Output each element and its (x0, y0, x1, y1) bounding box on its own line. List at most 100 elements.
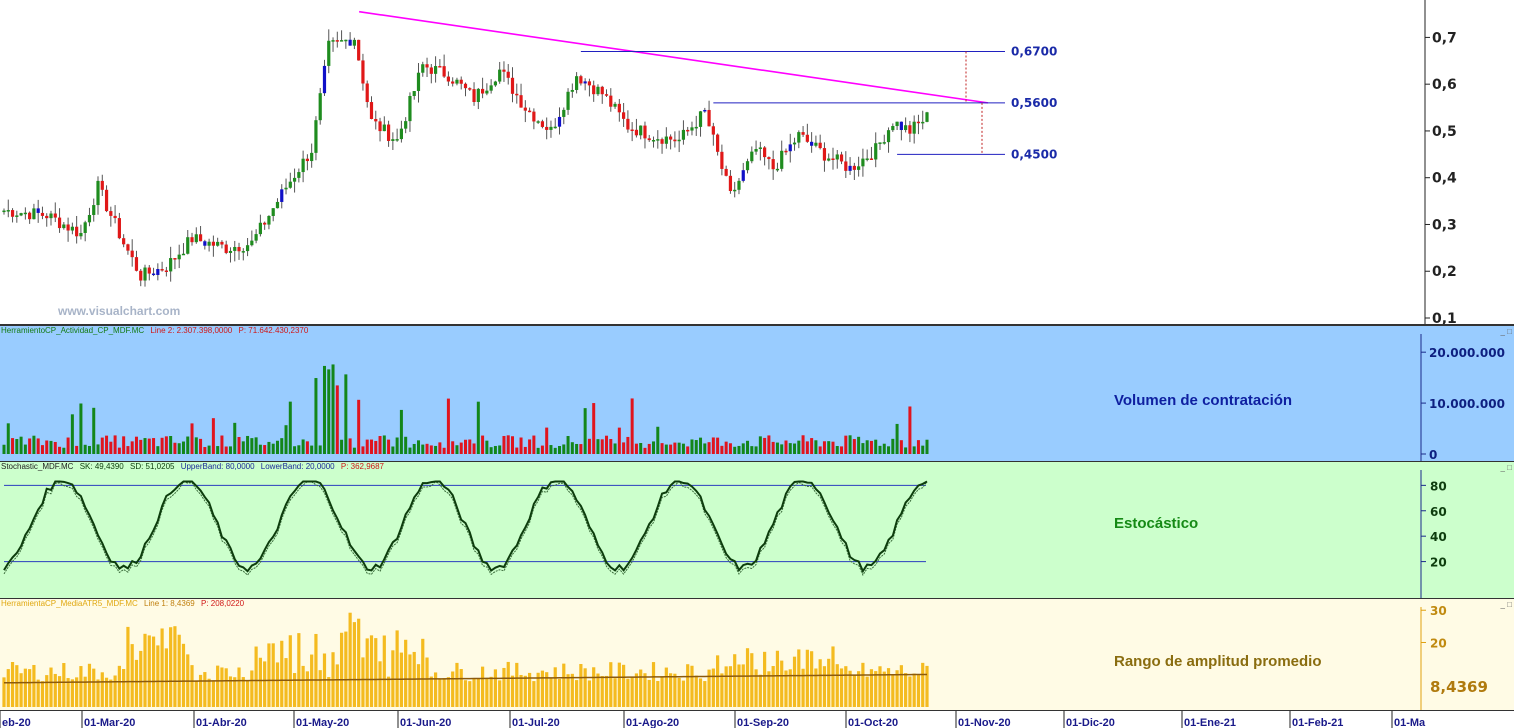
candle-body (921, 121, 925, 124)
pane-window-controls[interactable]: _ □ (1500, 327, 1512, 336)
volume-bar (861, 443, 865, 454)
atr-bar (224, 668, 228, 707)
candle-body (143, 267, 147, 281)
candle-body (827, 158, 831, 161)
volume-bar (570, 442, 574, 454)
stochastic-sd: SD: 51,0205 (129, 462, 175, 471)
candle-body (233, 246, 237, 251)
candle-body (485, 90, 489, 94)
stochastic-sd-line (3, 480, 928, 577)
volume-bar (775, 442, 779, 454)
volume-bar (92, 407, 96, 454)
atr-bar (113, 675, 117, 707)
volume-bar (464, 439, 467, 454)
pane-window-controls[interactable]: _ □ (1500, 600, 1512, 609)
atr-bar (878, 666, 882, 707)
volume-bar (852, 439, 856, 454)
atr-bar (198, 674, 203, 707)
volume-bar (643, 447, 647, 454)
candle-body (100, 180, 104, 190)
volume-bar (66, 437, 70, 454)
price-axis-label: 0,3 (1432, 217, 1457, 233)
candle-body (805, 134, 809, 142)
volume-bar (207, 445, 211, 454)
candle-body (643, 125, 647, 139)
volume-bar (737, 445, 741, 454)
volume-bar (412, 443, 416, 454)
atr-bar (737, 664, 741, 707)
volume-bar (771, 441, 775, 454)
atr-bar (711, 668, 715, 707)
pane-window-controls[interactable]: _ □ (1500, 463, 1512, 472)
candle-body (6, 210, 10, 212)
candle-body (925, 112, 929, 122)
atr-bar (553, 667, 557, 707)
candle-body (908, 125, 912, 134)
candle-body (57, 217, 62, 229)
candle-body (575, 76, 579, 90)
volume-bar (83, 444, 87, 454)
volume-bar (810, 438, 814, 454)
candle-body (690, 127, 694, 131)
candle-body (386, 124, 391, 141)
candle-body (433, 66, 438, 74)
candle-body (540, 121, 545, 127)
candle-body (463, 83, 468, 89)
volume-bar (656, 426, 660, 454)
candle-body (32, 208, 36, 220)
atr-bar (147, 635, 151, 707)
atr-bar (498, 680, 502, 707)
stochastic-axis-label: 20 (1430, 556, 1447, 570)
volume-bar (126, 446, 130, 454)
volume-bar (58, 446, 62, 454)
atr-bar (882, 671, 886, 707)
volume-bar (438, 442, 442, 454)
volume-axis-label: 20.000.000 (1429, 346, 1505, 360)
volume-bar (502, 435, 506, 454)
date-axis-label: 01-Mar-20 (84, 717, 135, 728)
atr-bar (857, 671, 861, 707)
candle-body (297, 172, 301, 178)
volume-bar (865, 440, 869, 454)
atr-bar (122, 668, 126, 707)
candle-body (79, 232, 83, 237)
candle-body (792, 142, 797, 145)
candle-body (587, 81, 592, 86)
volume-bar (446, 398, 450, 454)
candle-body (391, 139, 395, 141)
candle-body (421, 64, 425, 73)
candle-body (429, 67, 433, 74)
atr-bar (660, 676, 664, 707)
volume-bar (540, 445, 544, 454)
candle-body (634, 129, 639, 136)
candle-body (886, 130, 891, 143)
price-level-label: 0,6700 (1011, 44, 1057, 58)
candle-body (536, 121, 540, 123)
candle-body (198, 234, 203, 242)
candle-body (305, 158, 309, 162)
candle-body (549, 126, 553, 130)
date-axis-label: 01-May-20 (296, 717, 349, 728)
atr-bar (28, 669, 32, 707)
candle-body (647, 138, 651, 141)
atr-bar (485, 678, 489, 707)
volume-bar (173, 442, 177, 454)
candle-body (271, 208, 275, 216)
candle-body (10, 210, 15, 217)
volume-bar (793, 443, 797, 454)
volume-bar (237, 436, 241, 454)
volume-bar (395, 437, 399, 454)
candle-body (369, 102, 374, 119)
atr-bar (818, 659, 822, 707)
candle-body (19, 213, 23, 216)
volume-bar (882, 443, 886, 454)
volume-bar (220, 435, 224, 454)
candle-body (527, 110, 532, 113)
volume-bar (869, 440, 873, 454)
stochastic-price: P: 362,9687 (340, 462, 385, 471)
volume-bar (677, 442, 681, 454)
volume-bar (263, 445, 267, 454)
candle-body (622, 112, 626, 119)
date-axis-label: eb-20 (2, 717, 31, 728)
candle-body (519, 95, 523, 108)
